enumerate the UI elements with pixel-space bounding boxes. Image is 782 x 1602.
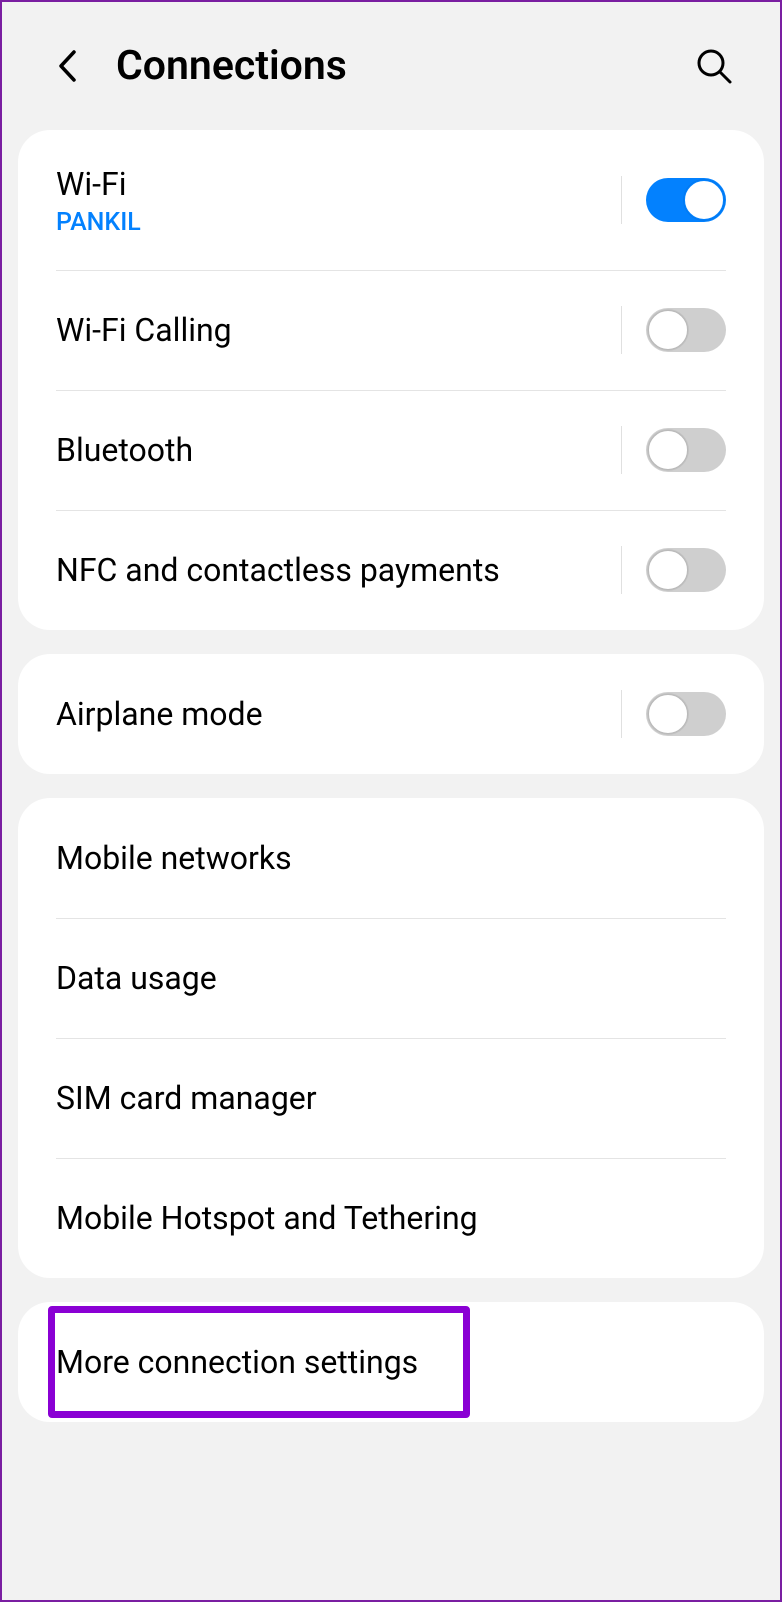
wifi-network: PANKIL — [56, 208, 609, 237]
bluetooth-row[interactable]: Bluetooth — [18, 390, 764, 510]
divider — [621, 546, 622, 594]
nfc-toggle[interactable] — [646, 548, 726, 592]
divider — [621, 176, 622, 224]
divider — [621, 306, 622, 354]
header: Connections — [2, 2, 780, 130]
mobile-networks-label: Mobile networks — [56, 838, 726, 878]
data-usage-row[interactable]: Data usage — [18, 918, 764, 1038]
wifi-calling-label: Wi-Fi Calling — [56, 310, 609, 350]
wifi-calling-toggle[interactable] — [646, 308, 726, 352]
search-icon — [695, 47, 733, 85]
divider — [621, 426, 622, 474]
airplane-mode-label: Airplane mode — [56, 694, 609, 734]
mobile-networks-row[interactable]: Mobile networks — [18, 798, 764, 918]
wifi-text: Wi-Fi PANKIL — [56, 164, 609, 237]
connections-group-3: Mobile networks Data usage SIM card mana… — [18, 798, 764, 1278]
bluetooth-toggle[interactable] — [646, 428, 726, 472]
chevron-left-icon — [57, 49, 77, 83]
nfc-label: NFC and contactless payments — [56, 550, 609, 590]
bluetooth-label: Bluetooth — [56, 430, 609, 470]
sim-card-manager-label: SIM card manager — [56, 1078, 726, 1118]
wifi-row[interactable]: Wi-Fi PANKIL — [18, 130, 764, 270]
back-button[interactable] — [54, 46, 80, 86]
page-title: Connections — [116, 42, 692, 90]
more-connection-settings-label: More connection settings — [56, 1342, 726, 1382]
connections-group-2: Airplane mode — [18, 654, 764, 774]
wifi-label: Wi-Fi — [56, 164, 609, 204]
nfc-row[interactable]: NFC and contactless payments — [18, 510, 764, 630]
mobile-hotspot-row[interactable]: Mobile Hotspot and Tethering — [18, 1158, 764, 1278]
divider — [621, 690, 622, 738]
wifi-calling-row[interactable]: Wi-Fi Calling — [18, 270, 764, 390]
airplane-mode-toggle[interactable] — [646, 692, 726, 736]
data-usage-label: Data usage — [56, 958, 726, 998]
more-connection-settings-row[interactable]: More connection settings — [18, 1302, 764, 1422]
airplane-mode-row[interactable]: Airplane mode — [18, 654, 764, 774]
wifi-toggle[interactable] — [646, 178, 726, 222]
sim-card-manager-row[interactable]: SIM card manager — [18, 1038, 764, 1158]
connections-group-4: More connection settings — [18, 1302, 764, 1422]
search-button[interactable] — [692, 44, 736, 88]
connections-group-1: Wi-Fi PANKIL Wi-Fi Calling Bluetooth NFC… — [18, 130, 764, 630]
more-connection-highlight-wrap: More connection settings — [18, 1302, 764, 1422]
mobile-hotspot-label: Mobile Hotspot and Tethering — [56, 1198, 726, 1238]
